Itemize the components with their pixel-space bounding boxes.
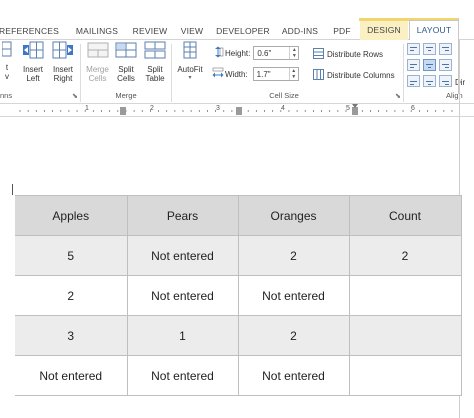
merge-cells-button[interactable]: Merge Cells (83, 40, 112, 84)
tab-references[interactable]: REFERENCES (0, 22, 61, 40)
table-cell[interactable]: Not entered (237, 275, 350, 316)
distribute-columns-icon (313, 69, 324, 82)
align-top-center-icon[interactable] (423, 43, 436, 55)
row-height-icon (212, 46, 224, 60)
spinner-arrows-icon[interactable]: ▲ ▼ (288, 68, 298, 80)
table-cell[interactable] (348, 355, 462, 396)
tab-pdf[interactable]: PDF (328, 22, 356, 40)
tab-review[interactable]: REVIEW (128, 22, 172, 40)
table-cell[interactable]: Not entered (237, 355, 350, 396)
ruler-number: 3 (216, 105, 220, 112)
align-center-icon[interactable] (423, 59, 436, 71)
table-row: 5 Not entered 2 2 (15, 235, 462, 276)
align-center-left-icon[interactable] (407, 59, 420, 71)
ruler-number: 5 (346, 105, 350, 112)
chevron-down-icon: ▾ (188, 75, 192, 81)
align-bottom-left-icon[interactable] (407, 75, 420, 87)
table-row: Not entered Not entered Not entered (15, 355, 462, 396)
table-cell[interactable]: Not entered (15, 355, 128, 396)
merge-cells-icon (83, 40, 112, 63)
alignment-grid (407, 43, 457, 87)
group-divider (80, 44, 81, 102)
column-marker[interactable] (236, 107, 242, 115)
ribbon-layout: t v Insert Left Insert Right nns ⬊ Merge… (0, 40, 474, 103)
insert-column-right-icon (48, 40, 78, 63)
table-header-cell[interactable]: Count (348, 195, 462, 236)
width-input[interactable]: 1.7" ▲ ▼ (252, 67, 299, 81)
table-cell[interactable]: 3 (15, 315, 128, 356)
table-header-cell[interactable]: Pears (126, 195, 239, 236)
merge-group-label: Merge (115, 91, 137, 100)
ribbon-tab-bar: REFERENCES MAILINGS REVIEW VIEW DEVELOPE… (0, 0, 474, 41)
alignment-group-label: Align (446, 91, 463, 100)
text-cursor (12, 184, 13, 195)
align-center-right-icon[interactable] (439, 59, 452, 71)
table-header-cell[interactable]: Oranges (237, 195, 350, 236)
split-table-button[interactable]: Split Table (141, 40, 169, 84)
ruler-number: 6 (411, 105, 415, 112)
ruler-number: 1 (85, 105, 89, 112)
text-direction-label[interactable]: Dir (455, 78, 465, 87)
table-icon (0, 40, 14, 61)
table-cell[interactable]: 1 (126, 315, 239, 356)
table-cell[interactable]: 2 (237, 235, 350, 276)
ruler-number: 4 (281, 105, 285, 112)
data-table[interactable]: Apples Pears Oranges Count 5 Not entered 2 2 2 No… (15, 195, 462, 396)
table-cell[interactable]: Not entered (126, 235, 239, 276)
align-bottom-center-icon[interactable] (423, 75, 436, 87)
insert-column-left-icon (18, 40, 48, 63)
table-header-cell[interactable]: Apples (15, 195, 128, 236)
ruler-number: 2 (150, 105, 154, 112)
width-label: Width: (225, 69, 248, 79)
column-marker[interactable] (120, 107, 126, 115)
tab-view[interactable]: VIEW (176, 22, 208, 40)
group-divider (403, 44, 404, 102)
distribute-rows-icon (313, 48, 324, 61)
align-top-left-icon[interactable] (407, 43, 420, 55)
horizontal-ruler[interactable]: 1 2 3 4 5 6 (0, 103, 474, 117)
table-cell[interactable]: 2 (348, 235, 462, 276)
tab-add-ins[interactable]: ADD-INS (278, 22, 322, 40)
split-cells-icon (112, 40, 140, 63)
align-bottom-right-icon[interactable] (439, 75, 452, 87)
table-row: 312 (15, 315, 462, 356)
width-control: Width: 1.7" ▲ ▼ (212, 67, 299, 81)
table-cell[interactable]: 2 (15, 275, 128, 316)
table-cell[interactable]: 2 (237, 315, 350, 356)
tab-design[interactable]: DESIGN (360, 21, 408, 40)
split-cells-button[interactable]: Split Cells (112, 40, 140, 84)
table-cell[interactable]: 5 (15, 235, 128, 276)
height-label: Height: (225, 48, 251, 58)
group-divider (171, 44, 172, 102)
cut-off-button[interactable]: t v (0, 40, 14, 82)
tab-mailings[interactable]: MAILINGS (72, 22, 122, 40)
table-header-row: Apples Pears Oranges Count (15, 195, 462, 236)
table-cell[interactable]: Not entered (126, 275, 239, 316)
table-cell[interactable]: Not entered (126, 355, 239, 396)
ruler-ticks (16, 104, 453, 116)
rows-columns-group-label: nns (0, 91, 13, 100)
table-row: 2 Not entered Not entered (15, 275, 462, 316)
distribute-columns-button[interactable]: Distribute Columns (313, 69, 395, 82)
autofit-button[interactable]: AutoFit ▾ (174, 40, 206, 84)
insert-left-button[interactable]: Insert Left (18, 40, 48, 84)
cell-size-launcher-icon[interactable]: ⬊ (395, 92, 401, 100)
tab-developer[interactable]: DEVELOPER (214, 22, 272, 40)
distribute-rows-button[interactable]: Distribute Rows (313, 48, 383, 61)
height-input[interactable]: 0.6" ▲ ▼ (253, 46, 300, 60)
split-table-icon (141, 40, 169, 63)
table-cell[interactable] (348, 315, 462, 356)
spinner-arrows-icon[interactable]: ▲ ▼ (289, 47, 298, 59)
cell-size-group-label: Cell Size (269, 91, 299, 100)
align-top-right-icon[interactable] (439, 43, 452, 55)
rows-columns-launcher-icon[interactable]: ⬊ (72, 92, 78, 100)
column-width-icon (212, 67, 224, 81)
height-control: Height: 0.6" ▲ ▼ (212, 46, 300, 60)
table-cell[interactable] (348, 275, 462, 316)
tab-layout[interactable]: LAYOUT (409, 20, 459, 41)
column-marker[interactable] (352, 107, 358, 115)
autofit-icon (174, 40, 206, 63)
insert-right-button[interactable]: Insert Right (48, 40, 78, 84)
